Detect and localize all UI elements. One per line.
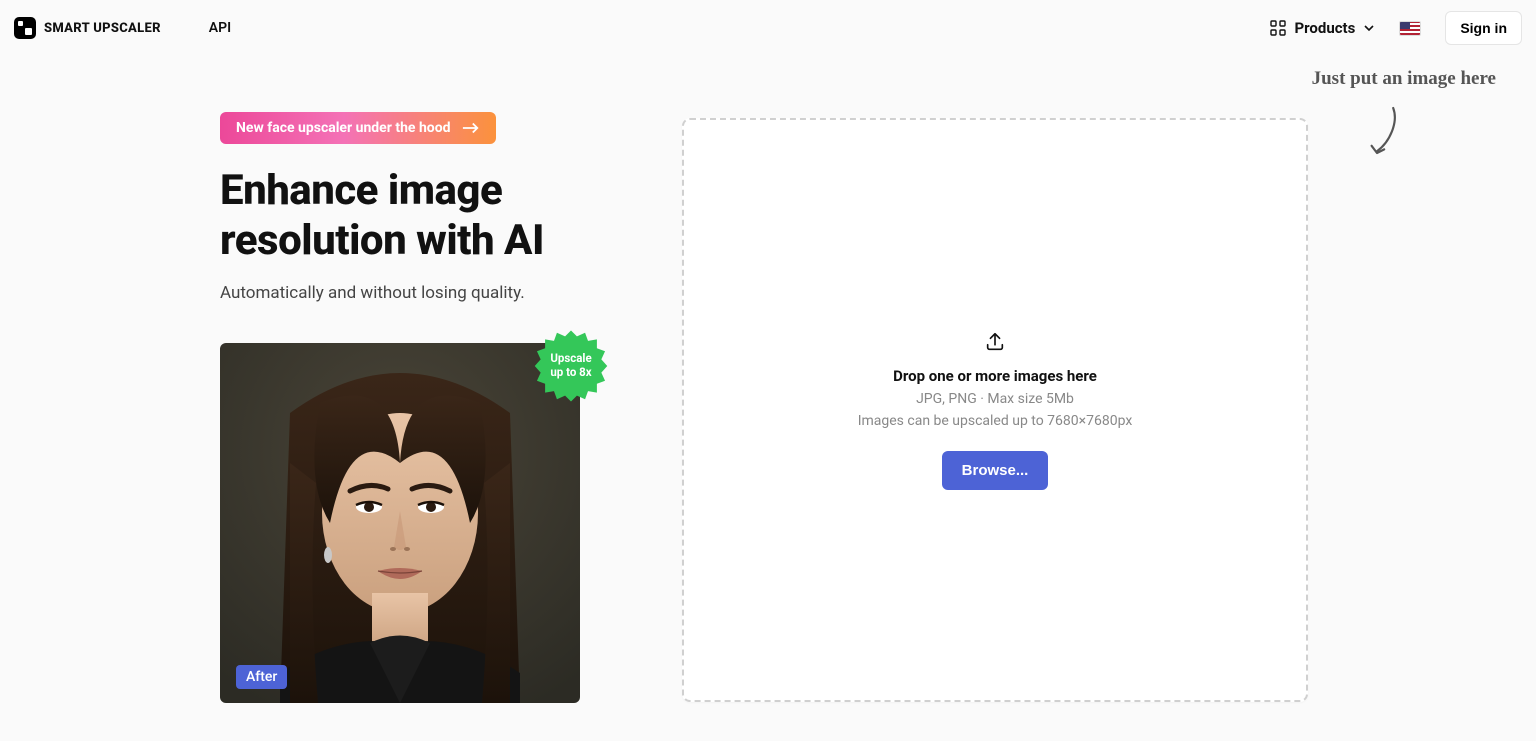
- main: New face upscaler under the hood Enhance…: [0, 56, 1536, 741]
- dropzone-title: Drop one or more images here: [893, 367, 1097, 385]
- header: SMART UPSCALER API Products Sign in: [0, 0, 1536, 56]
- brand-name: SMART UPSCALER: [44, 21, 161, 36]
- arrow-right-icon: [462, 121, 480, 135]
- dropzone-subtitle-1: JPG, PNG · Max size 5Mb: [916, 391, 1074, 407]
- hand-drawn-arrow-icon: [1368, 106, 1404, 164]
- announcement-label: New face upscaler under the hood: [236, 120, 450, 136]
- badge-line1: Upscale: [550, 352, 591, 366]
- dropzone-subtitle-2: Images can be upscaled up to 7680×7680px: [858, 413, 1133, 429]
- browse-button[interactable]: Browse...: [942, 451, 1049, 490]
- api-link[interactable]: API: [209, 20, 231, 36]
- grid-icon: [1270, 20, 1286, 36]
- announcement-pill[interactable]: New face upscaler under the hood: [220, 112, 496, 144]
- brand-block[interactable]: SMART UPSCALER: [14, 17, 161, 39]
- after-label: After: [236, 665, 287, 689]
- upload-icon: [984, 331, 1006, 353]
- page-subtitle: Automatically and without losing quality…: [220, 283, 640, 303]
- upscale-badge: Upscale up to 8x: [534, 329, 608, 403]
- nav-right: Products Sign in: [1270, 11, 1522, 45]
- callout: Just put an image here: [1312, 68, 1496, 90]
- left-column: New face upscaler under the hood Enhance…: [220, 112, 640, 703]
- callout-text: Just put an image here: [1312, 68, 1496, 90]
- badge-line2: up to 8x: [550, 366, 591, 380]
- example-after-image: [220, 343, 580, 703]
- right-column: Drop one or more images here JPG, PNG · …: [682, 118, 1308, 702]
- products-label: Products: [1294, 19, 1355, 37]
- locale-flag-icon[interactable]: [1399, 21, 1421, 36]
- upscaler-logo-icon: [14, 17, 36, 39]
- dropzone[interactable]: Drop one or more images here JPG, PNG · …: [682, 118, 1308, 702]
- chevron-down-icon: [1363, 22, 1375, 34]
- signin-button[interactable]: Sign in: [1445, 11, 1522, 45]
- products-dropdown[interactable]: Products: [1270, 19, 1375, 37]
- example-image-block: After Upscale up to 8x: [220, 343, 580, 703]
- page-title: Enhance image resolution with AI: [220, 166, 640, 265]
